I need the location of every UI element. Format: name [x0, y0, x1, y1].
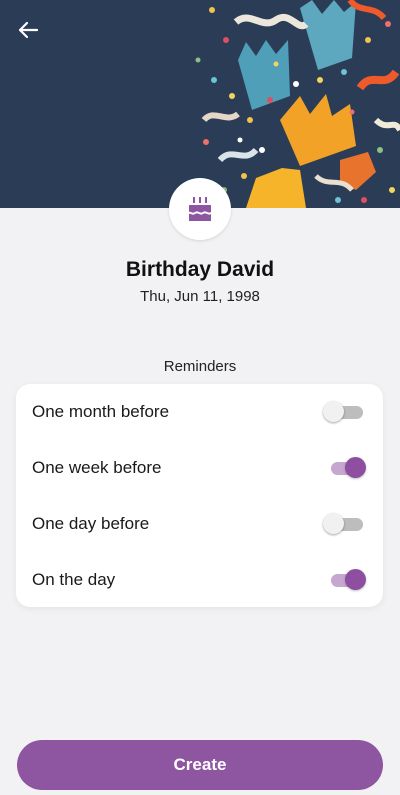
reminder-toggle[interactable]	[323, 401, 365, 423]
reminder-toggle[interactable]	[331, 569, 366, 591]
event-date: Thu, Jun 11, 1998	[140, 288, 260, 305]
toggle-knob	[345, 569, 366, 590]
reminder-label: One week before	[32, 458, 162, 477]
reminder-row-day: One day before	[16, 496, 383, 552]
event-title: Birthday David	[125, 258, 275, 281]
reminder-toggle[interactable]	[323, 513, 365, 535]
party-hats-image	[0, 0, 400, 208]
create-button[interactable]: Create	[17, 740, 383, 790]
toggle-knob	[345, 457, 366, 478]
header-image	[0, 0, 400, 208]
reminder-label: One month before	[32, 402, 170, 421]
reminder-toggle[interactable]	[331, 457, 366, 479]
reminder-label: On the day	[32, 570, 116, 589]
reminder-row-week: One week before	[16, 440, 383, 496]
reminder-row-month: One month before	[16, 384, 383, 440]
birthday-cake-icon	[189, 197, 211, 221]
reminder-label: One day before	[32, 514, 150, 533]
reminder-row-on-day: On the day	[16, 552, 383, 608]
toggle-knob	[323, 401, 344, 422]
arrow-left-icon	[18, 21, 39, 39]
event-avatar	[169, 178, 231, 240]
toggle-knob	[323, 513, 344, 534]
back-button[interactable]	[12, 14, 44, 46]
reminders-heading: Reminders	[163, 358, 237, 375]
reminders-card: One month before One week before One day…	[16, 384, 383, 607]
